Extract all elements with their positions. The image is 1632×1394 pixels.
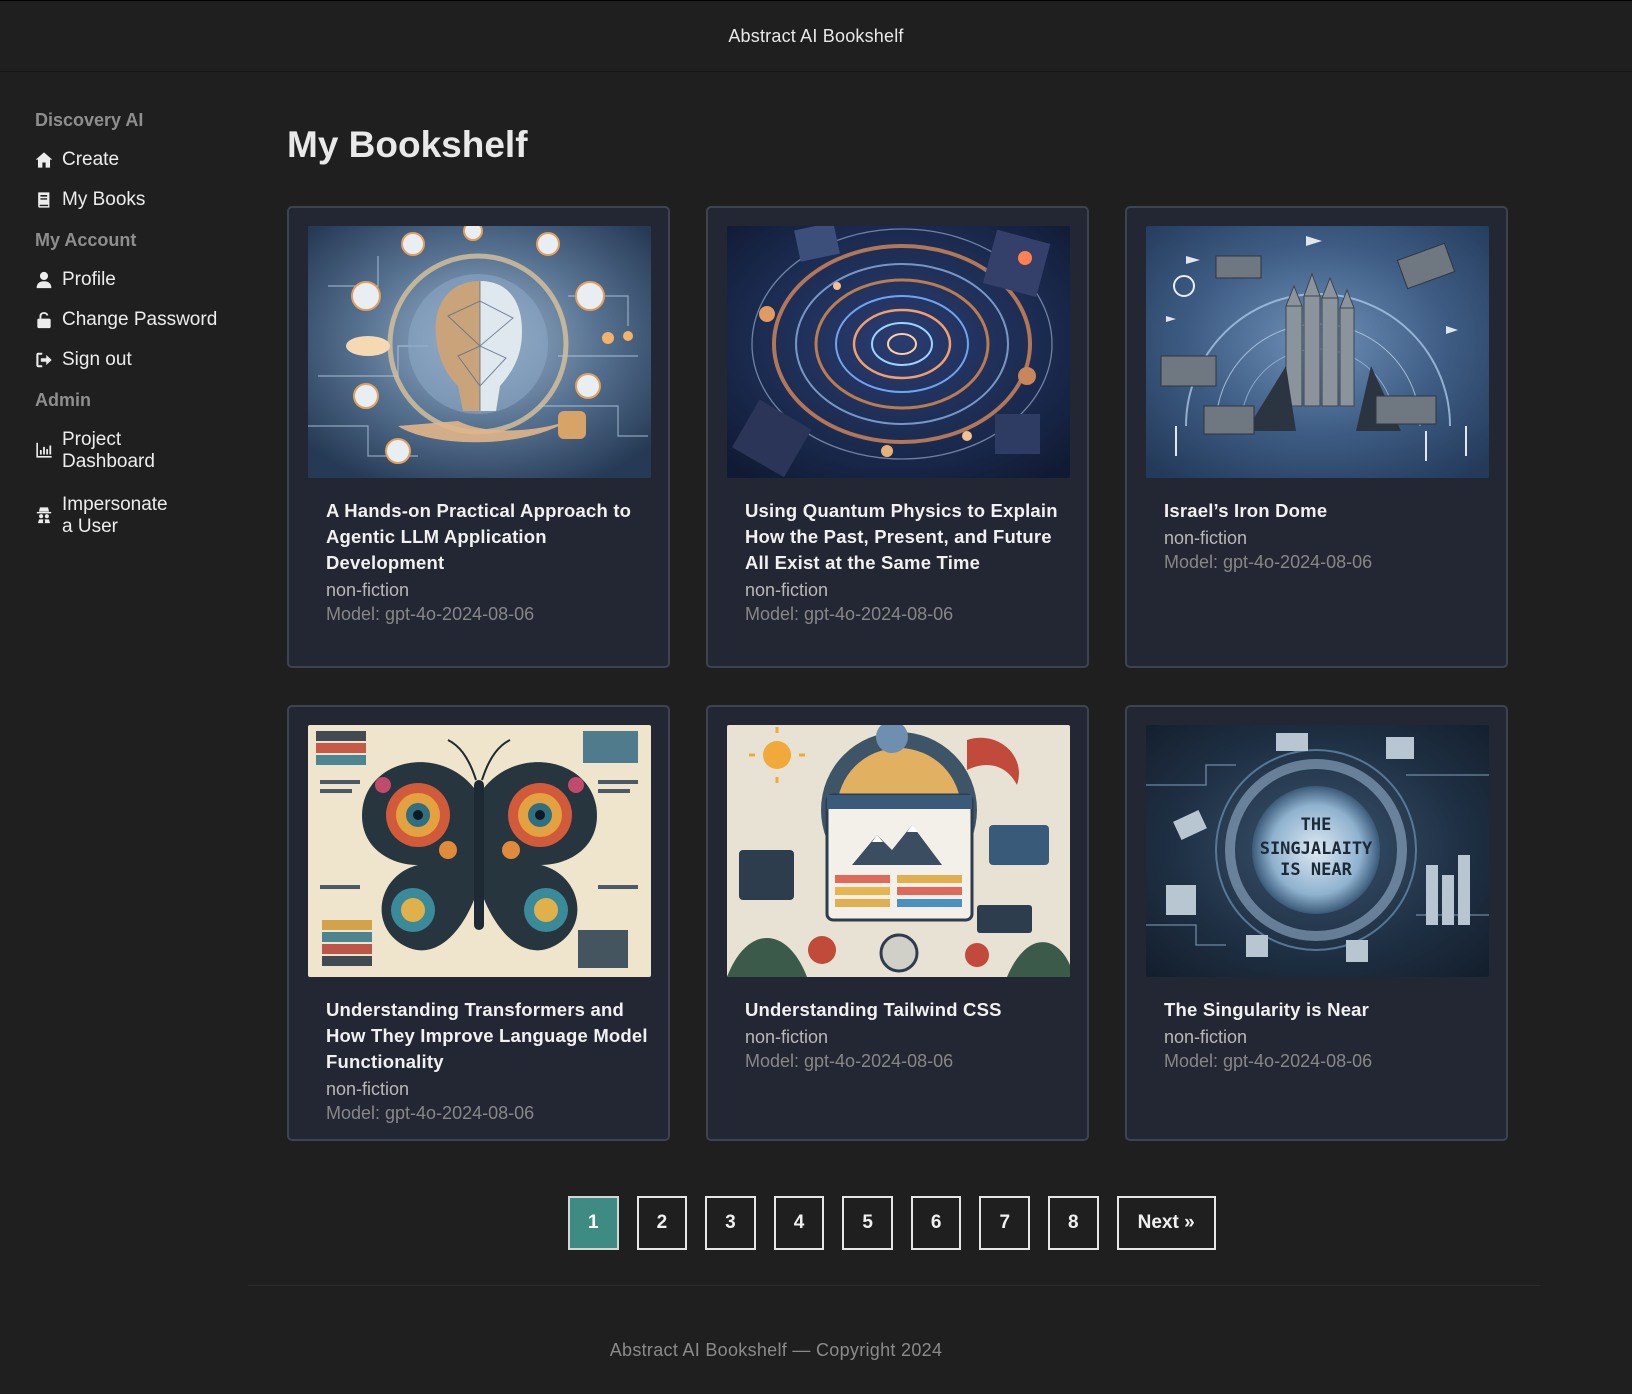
book-model: Model: gpt-4o-2024-08-06 — [745, 1051, 954, 1071]
book-grid: A Hands-on Practical Approach to Agentic… — [287, 206, 1508, 1141]
singularity-cover: THE SINGJALAITY IS NEAR — [1146, 725, 1489, 977]
book-title[interactable]: A Hands-on Practical Approach to Agentic… — [326, 498, 649, 576]
ai-head-cover — [308, 226, 651, 478]
sidebar-item-create[interactable]: Create — [35, 142, 245, 182]
sidebar-item-label: Impersonate a User — [62, 494, 168, 537]
sidebar-item-sign-out[interactable]: Sign out — [35, 342, 245, 382]
page-button-3[interactable]: 3 — [705, 1196, 756, 1250]
butterfly-cover — [308, 725, 651, 977]
iron-dome-cover — [1146, 226, 1489, 478]
page-button-8[interactable]: 8 — [1048, 1196, 1099, 1250]
book-cover[interactable] — [1146, 226, 1489, 478]
book-cover[interactable] — [308, 226, 651, 478]
page-button-6[interactable]: 6 — [910, 1196, 962, 1250]
pagination: 1 2 3 4 5 6 7 8 Next » — [568, 1196, 1216, 1250]
user-icon — [35, 270, 53, 290]
book-cover[interactable] — [727, 226, 1070, 478]
cover-text-line-2: SINGJALAITY — [1260, 839, 1373, 859]
book-icon — [35, 190, 53, 210]
book-genre: non-fiction — [1164, 1027, 1248, 1047]
book-card[interactable]: Understanding Transformers and How They … — [287, 705, 670, 1141]
book-card[interactable]: Using Quantum Physics to Explain How the… — [706, 206, 1089, 668]
tailwind-cover — [727, 725, 1070, 977]
book-genre: non-fiction — [326, 1079, 410, 1099]
sidebar-item-impersonate-user[interactable]: Impersonate a User — [35, 487, 245, 552]
top-bar: Abstract AI Bookshelf — [0, 0, 1632, 72]
book-card[interactable]: Israel’s Iron Dome non-fiction Model: gp… — [1125, 206, 1508, 668]
book-model: Model: gpt-4o-2024-08-06 — [326, 1103, 535, 1123]
book-title[interactable]: Understanding Transformers and How They … — [326, 997, 649, 1075]
book-card[interactable]: Understanding Tailwind CSS non-fiction M… — [706, 705, 1089, 1141]
book-genre: non-fiction — [745, 1027, 829, 1047]
sign-out-icon — [35, 350, 53, 370]
sidebar-section-discovery: Discovery AI — [35, 110, 144, 130]
book-title[interactable]: The Singularity is Near — [1164, 997, 1487, 1023]
quantum-spiral-cover — [727, 226, 1070, 478]
book-cover[interactable]: THE SINGJALAITY IS NEAR — [1146, 725, 1489, 977]
book-model: Model: gpt-4o-2024-08-06 — [745, 604, 954, 624]
page-button-7[interactable]: 7 — [979, 1196, 1031, 1250]
cover-text-line-1: THE — [1301, 815, 1332, 835]
book-model: Model: gpt-4o-2024-08-06 — [326, 604, 535, 624]
sidebar-item-label: My Books — [62, 189, 146, 210]
sidebar-item-change-password[interactable]: Change Password — [35, 302, 245, 342]
app-title: Abstract AI Bookshelf — [728, 25, 904, 46]
book-model: Model: gpt-4o-2024-08-06 — [1164, 552, 1373, 572]
cover-text-line-3: IS NEAR — [1280, 860, 1352, 880]
sidebar-item-my-books[interactable]: My Books — [35, 182, 245, 222]
book-genre: non-fiction — [326, 580, 410, 600]
home-icon — [35, 150, 53, 170]
lock-icon — [35, 310, 53, 330]
footer-copyright: Abstract AI Bookshelf — Copyright 2024 — [609, 1340, 943, 1360]
incognito-icon — [35, 505, 53, 525]
book-model: Model: gpt-4o-2024-08-06 — [1164, 1051, 1373, 1071]
sidebar-section-account: My Account — [35, 230, 137, 250]
book-title[interactable]: Understanding Tailwind CSS — [745, 997, 1068, 1023]
page-button-5[interactable]: 5 — [842, 1196, 893, 1250]
sidebar-item-project-dashboard[interactable]: Project Dashboard — [35, 422, 245, 487]
book-card[interactable]: THE SINGJALAITY IS NEAR The Singularity … — [1125, 705, 1508, 1141]
book-title[interactable]: Using Quantum Physics to Explain How the… — [745, 498, 1068, 576]
sidebar: Discovery AI Create My Books My Account … — [35, 102, 245, 552]
next-page-button[interactable]: Next » — [1116, 1196, 1216, 1250]
page-button-4[interactable]: 4 — [773, 1196, 825, 1250]
book-genre: non-fiction — [745, 580, 829, 600]
book-cover[interactable] — [308, 725, 651, 977]
book-title[interactable]: Israel’s Iron Dome — [1164, 498, 1487, 524]
book-card[interactable]: A Hands-on Practical Approach to Agentic… — [287, 206, 670, 668]
sidebar-item-label: Create — [62, 149, 120, 170]
page-button-2[interactable]: 2 — [636, 1196, 688, 1250]
sidebar-item-label: Change Password — [62, 309, 218, 330]
sidebar-section-admin: Admin — [35, 390, 91, 410]
footer-divider — [248, 1285, 1540, 1286]
book-genre: non-fiction — [1164, 528, 1248, 548]
page-title: My Bookshelf — [287, 124, 528, 165]
page-button-1[interactable]: 1 — [568, 1196, 619, 1250]
sidebar-item-label: Profile — [62, 269, 116, 290]
sidebar-item-label: Project Dashboard — [62, 429, 155, 472]
chart-icon — [35, 440, 53, 460]
book-cover[interactable] — [727, 725, 1070, 977]
sidebar-item-label: Sign out — [62, 349, 132, 370]
sidebar-item-profile[interactable]: Profile — [35, 262, 245, 302]
